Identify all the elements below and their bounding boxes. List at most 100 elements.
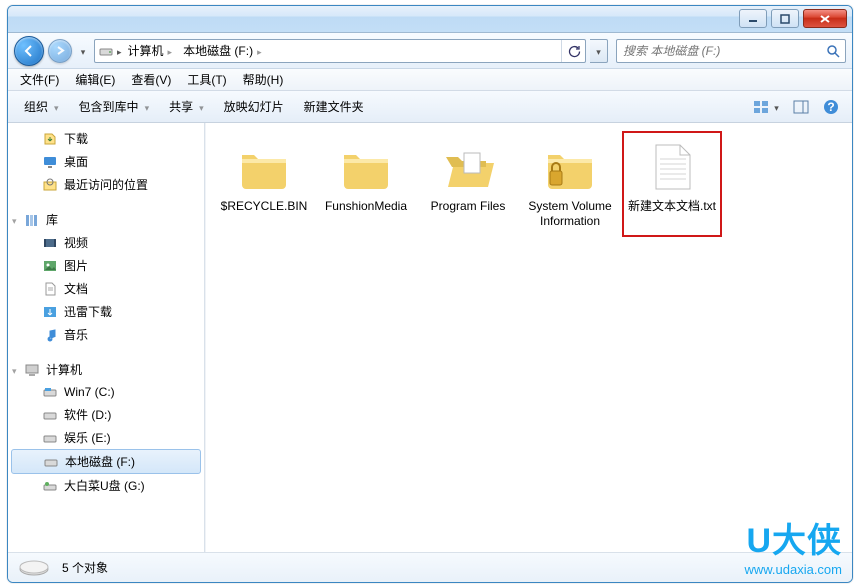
sidebar-label: Win7 (C:) [64,385,115,399]
sidebar-label: 桌面 [64,153,88,170]
minimize-button[interactable] [739,9,767,28]
desktop-icon [42,154,58,170]
sidebar-pictures[interactable]: 图片 [8,254,204,277]
maximize-button[interactable] [771,9,799,28]
menu-tools[interactable]: 工具(T) [179,69,234,90]
drive-icon [95,43,117,59]
sidebar-music[interactable]: 音乐 [8,323,204,346]
item-label: Program Files [431,199,506,214]
chevron-down-icon [54,100,59,114]
breadcrumb-computer[interactable]: 计算机 [122,40,178,62]
sidebar-drive-e[interactable]: 娱乐 (E:) [8,426,204,449]
breadcrumb-drive-f[interactable]: 本地磁盘 (F:) [177,40,267,62]
item-label: 新建文本文档.txt [628,199,716,214]
documents-icon [42,281,58,297]
sidebar-label: 图片 [64,257,88,274]
item-label: FunshionMedia [325,199,407,214]
computer-head[interactable]: 计算机 [8,358,204,381]
sidebar-videos[interactable]: 视频 [8,231,204,254]
expand-icon [12,213,17,227]
chevron-right-icon [257,44,262,58]
sidebar-desktop[interactable]: 桌面 [8,150,204,173]
newfolder-label: 新建文件夹 [304,98,364,115]
menu-help[interactable]: 帮助(H) [235,69,292,90]
include-in-library-button[interactable]: 包含到库中 [71,95,158,118]
folder-system-volume[interactable]: System Volume Information [520,131,620,237]
include-label: 包含到库中 [79,98,139,115]
slideshow-button[interactable]: 放映幻灯片 [216,95,292,118]
drive-icon [18,555,50,580]
libraries-group: 库 视频 图片 文档 迅雷下载 [8,208,204,346]
folder-funshion[interactable]: FunshionMedia [316,131,416,237]
nav-history-dropdown[interactable] [76,38,90,64]
menubar: 文件(F) 编辑(E) 查看(V) 工具(T) 帮助(H) [8,69,852,91]
sidebar-recent[interactable]: 最近访问的位置 [8,173,204,196]
item-label: $RECYCLE.BIN [221,199,308,214]
status-bar: 5 个对象 [8,552,852,582]
slideshow-label: 放映幻灯片 [224,98,284,115]
sidebar-label: 大白菜U盘 (G:) [64,477,145,494]
address-dropdown[interactable] [590,39,608,63]
sidebar-drive-c[interactable]: Win7 (C:) [8,381,204,403]
titlebar [8,6,852,33]
sidebar-label: 软件 (D:) [64,406,111,423]
search-box[interactable] [616,39,846,63]
toolbar: 组织 包含到库中 共享 放映幻灯片 新建文件夹 ? [8,91,852,123]
sidebar-documents[interactable]: 文档 [8,277,204,300]
drive-icon [42,384,58,400]
sidebar-label: 文档 [64,280,88,297]
sidebar-label: 音乐 [64,326,88,343]
sidebar-label: 库 [46,211,58,228]
sidebar-label: 迅雷下载 [64,303,112,320]
forward-button[interactable] [48,39,72,63]
sidebar-xunlei[interactable]: 迅雷下载 [8,300,204,323]
video-icon [42,235,58,251]
folder-icon [236,139,292,195]
xunlei-icon [42,304,58,320]
sidebar-label: 视频 [64,234,88,251]
navbar: 计算机 本地磁盘 (F:) [8,33,852,69]
search-input[interactable] [617,44,821,58]
pictures-icon [42,258,58,274]
sidebar-drive-d[interactable]: 软件 (D:) [8,403,204,426]
menu-file[interactable]: 文件(F) [12,69,67,90]
menu-edit[interactable]: 编辑(E) [67,69,123,90]
preview-pane-button[interactable] [788,96,814,118]
sidebar-drive-g[interactable]: 大白菜U盘 (G:) [8,474,204,497]
sidebar-drive-f[interactable]: 本地磁盘 (F:) [11,449,201,474]
file-new-text[interactable]: 新建文本文档.txt [622,131,722,237]
libraries-head[interactable]: 库 [8,208,204,231]
computer-group: 计算机 Win7 (C:) 软件 (D:) 娱乐 (E:) 本地磁盘 (F:) [8,358,204,497]
sidebar-label: 本地磁盘 (F:) [65,453,135,470]
status-count: 5 个对象 [62,559,108,576]
content-pane[interactable]: $RECYCLE.BIN FunshionMedia Program Files… [205,123,852,552]
locked-folder-icon [542,139,598,195]
help-button[interactable]: ? [818,96,844,118]
downloads-icon [42,131,58,147]
organize-button[interactable]: 组织 [16,95,67,118]
view-mode-button[interactable] [748,96,784,118]
recent-icon [42,177,58,193]
breadcrumb-label: 本地磁盘 (F:) [183,42,253,59]
expand-icon [12,363,17,377]
drive-icon [42,430,58,446]
folder-recycle-bin[interactable]: $RECYCLE.BIN [214,131,314,237]
share-button[interactable]: 共享 [161,95,212,118]
breadcrumb[interactable]: 计算机 本地磁盘 (F:) [94,39,586,63]
navigation-pane[interactable]: 下载 桌面 最近访问的位置 库 视频 [8,123,205,552]
breadcrumb-label: 计算机 [128,42,164,59]
refresh-button[interactable] [561,40,585,62]
usb-icon [42,478,58,494]
sidebar-downloads[interactable]: 下载 [8,127,204,150]
back-button[interactable] [14,36,44,66]
menu-view[interactable]: 查看(V) [123,69,179,90]
new-folder-button[interactable]: 新建文件夹 [296,95,372,118]
music-icon [42,327,58,343]
search-icon[interactable] [821,44,845,58]
computer-icon [24,362,40,378]
sidebar-label: 计算机 [46,361,82,378]
folder-program-files[interactable]: Program Files [418,131,518,237]
library-icon [24,212,40,228]
close-button[interactable] [803,9,847,28]
folder-icon [338,139,394,195]
